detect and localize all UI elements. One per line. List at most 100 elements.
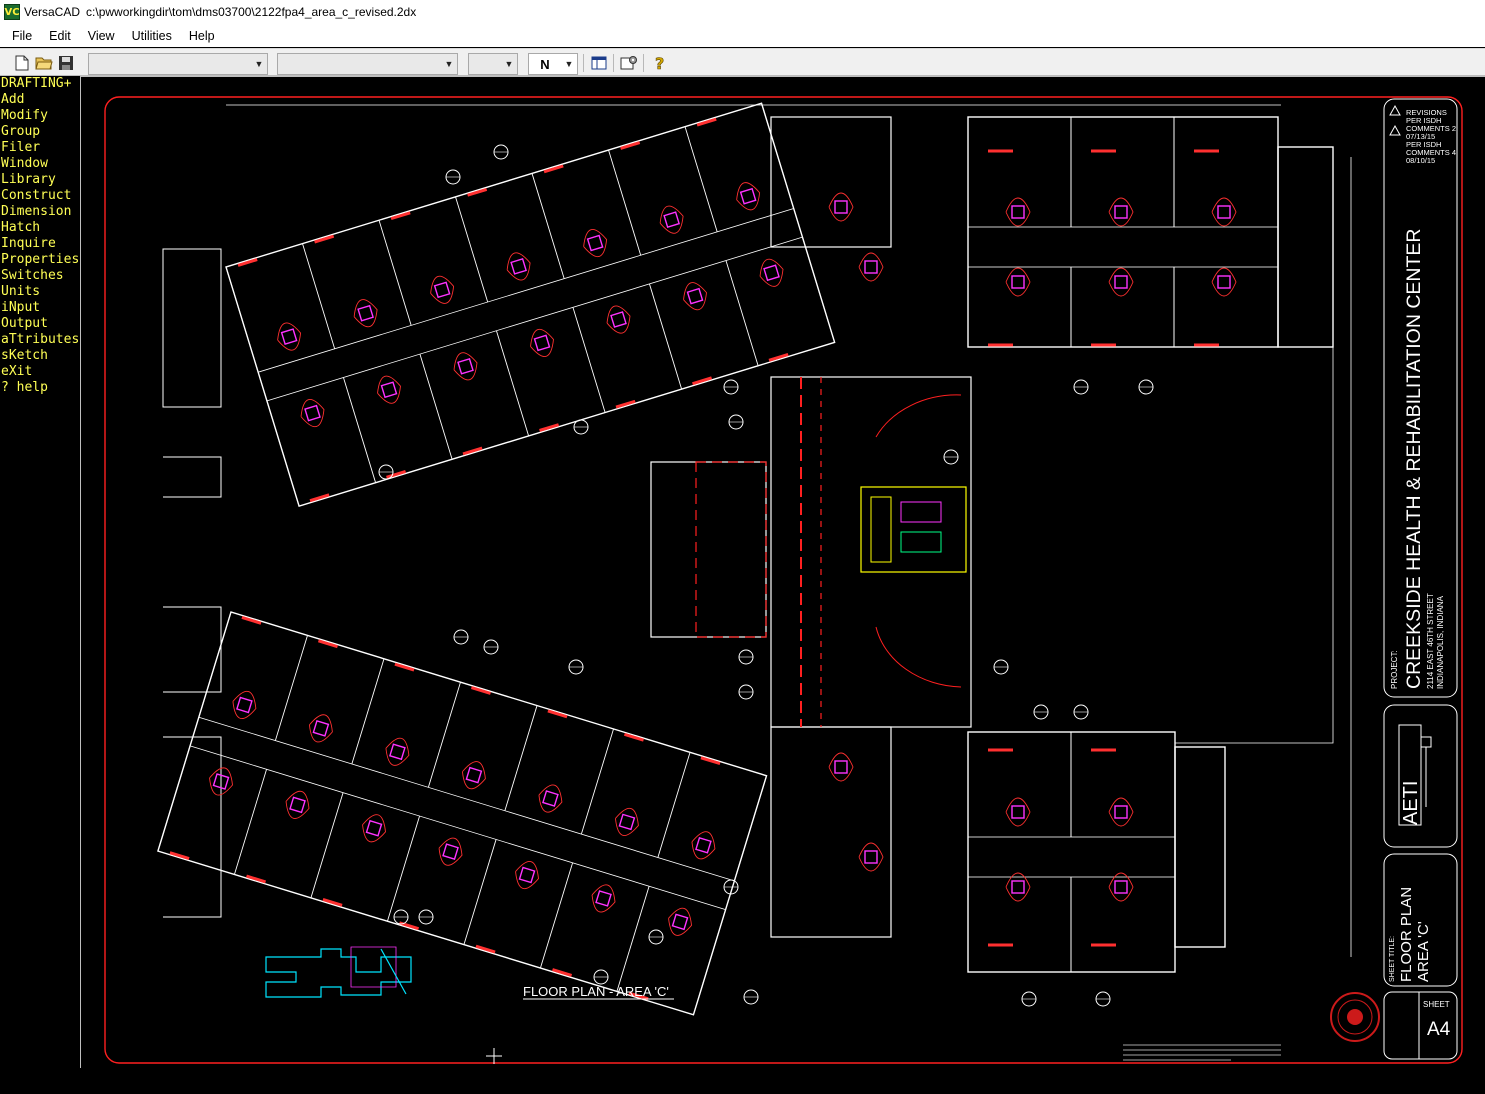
combo-layer[interactable]: N ▼ [528, 53, 578, 75]
side-item-modify[interactable]: Modify [0, 108, 80, 124]
side-item-window[interactable]: Window [0, 156, 80, 172]
resident-wing-southeast [967, 731, 1226, 973]
toilet-fixture [1011, 205, 1025, 219]
app-name: VersaCAD [24, 5, 81, 19]
app-icon: VC [4, 4, 20, 20]
toilet-fixture [686, 287, 704, 305]
side-item-sketch[interactable]: sKetch [0, 348, 80, 364]
toilet-fixture [1114, 205, 1128, 219]
side-item-filer[interactable]: Filer [0, 140, 80, 156]
side-item-add[interactable]: Add [0, 92, 80, 108]
side-item-help[interactable]: ? help [0, 380, 80, 396]
side-item-switches[interactable]: Switches [0, 268, 80, 284]
door-swing [232, 690, 257, 720]
menu-help[interactable]: Help [189, 29, 215, 43]
toolbar: ▼ ▼ ▼ N ▼ ? [0, 48, 1485, 76]
door-swing [1108, 197, 1134, 227]
project-label: PROJECT: [1390, 650, 1399, 689]
side-item-units[interactable]: Units [0, 284, 80, 300]
door-swing [506, 252, 531, 281]
side-item-hatch[interactable]: Hatch [0, 220, 80, 236]
toilet-fixture [365, 819, 383, 837]
side-item-output[interactable]: Output [0, 316, 80, 332]
save-button[interactable] [56, 53, 76, 73]
door-swing [614, 807, 639, 836]
door-swing [759, 258, 784, 287]
key-plan [265, 946, 412, 998]
menu-file[interactable]: File [12, 29, 32, 43]
side-item-attributes[interactable]: aTtributes [0, 332, 80, 348]
help-button[interactable]: ? [650, 53, 670, 73]
toilet-fixture [1011, 880, 1025, 894]
toolbar-separator [613, 54, 614, 72]
door-swing [858, 842, 884, 872]
firm-logo-text: AETI [1400, 781, 1422, 825]
door-swing [277, 322, 302, 351]
side-item-properties[interactable]: Properties [0, 252, 80, 268]
project-name: CREEKSIDE HEALTH & REHABILITATION CENTER [1403, 229, 1425, 690]
toilet-fixture [465, 766, 483, 784]
toilet-fixture [542, 790, 559, 807]
new-file-icon [15, 55, 29, 71]
combo-style[interactable]: ▼ [88, 53, 268, 75]
side-item-exit[interactable]: eXit [0, 364, 80, 380]
drawing-canvas[interactable]: FLOOR PLAN - AREA 'C' REVISIONS PER ISDH… [80, 76, 1485, 1068]
sheet-label: SHEET [1423, 1000, 1450, 1009]
toilet-fixture [610, 311, 627, 328]
door-swing [515, 860, 539, 890]
settings-button[interactable] [619, 53, 639, 73]
door-swing [659, 205, 684, 234]
door-swing [828, 752, 854, 782]
resident-wing-south [157, 611, 768, 1016]
combo-layer-name[interactable]: ▼ [277, 53, 458, 75]
toilet-fixture [433, 281, 451, 299]
toilet-fixture [280, 328, 298, 345]
toilet-fixture [380, 381, 398, 399]
menu-bar: File Edit View Utilities Help [0, 24, 1485, 47]
door-swing [736, 182, 761, 211]
door-swing [1005, 267, 1031, 297]
door-swing [668, 907, 692, 936]
menu-edit[interactable]: Edit [49, 29, 71, 43]
toilet-fixture [1217, 205, 1231, 219]
combo-pen[interactable]: ▼ [468, 53, 518, 75]
toilet-fixture [663, 211, 680, 229]
open-button[interactable] [34, 53, 54, 73]
toilet-fixture [304, 404, 321, 422]
toilet-fixture [442, 843, 459, 861]
side-item-construct[interactable]: Construct [0, 188, 80, 204]
toilet-fixture [864, 260, 878, 274]
toilet-fixture [510, 258, 527, 275]
revision-line: 08/10/15 [1406, 156, 1435, 165]
toilet-fixture [1114, 805, 1128, 819]
toilet-fixture [864, 850, 878, 864]
toolbar-separator [643, 54, 644, 72]
toilet-fixture [518, 866, 536, 884]
window-title: VersaCAD c:\pwworkingdir\tom\dms03700\212… [24, 5, 422, 19]
new-file-button[interactable] [12, 53, 32, 73]
save-icon [59, 56, 73, 70]
side-item-dimension[interactable]: Dimension [0, 204, 80, 220]
side-item-library[interactable]: Library [0, 172, 80, 188]
side-item-group[interactable]: Group [0, 124, 80, 140]
side-item-input[interactable]: iNput [0, 300, 80, 316]
panel-button[interactable] [589, 53, 609, 73]
toilet-fixture [834, 760, 848, 774]
menu-view[interactable]: View [88, 29, 115, 43]
resident-wing-east [967, 116, 1334, 348]
toilet-fixture [312, 720, 330, 737]
side-item-drafting[interactable]: DRAFTING+ [0, 76, 80, 92]
sheet-title-line2: AREA 'C' [1415, 921, 1432, 982]
door-swing [300, 399, 325, 428]
toilet-fixture [739, 187, 757, 205]
chevron-down-icon: ▼ [254, 59, 264, 69]
toilet-fixture [533, 334, 551, 352]
sheet-title-line1: FLOOR PLAN [1398, 887, 1415, 982]
toilet-fixture [1217, 275, 1231, 289]
open-folder-icon [35, 57, 53, 70]
toolbar-separator [583, 54, 584, 72]
side-item-inquire[interactable]: Inquire [0, 236, 80, 252]
menu-utilities[interactable]: Utilities [132, 29, 172, 43]
project-address: 2114 EAST 46TH STREET [1426, 593, 1435, 689]
door-swing [606, 305, 631, 334]
